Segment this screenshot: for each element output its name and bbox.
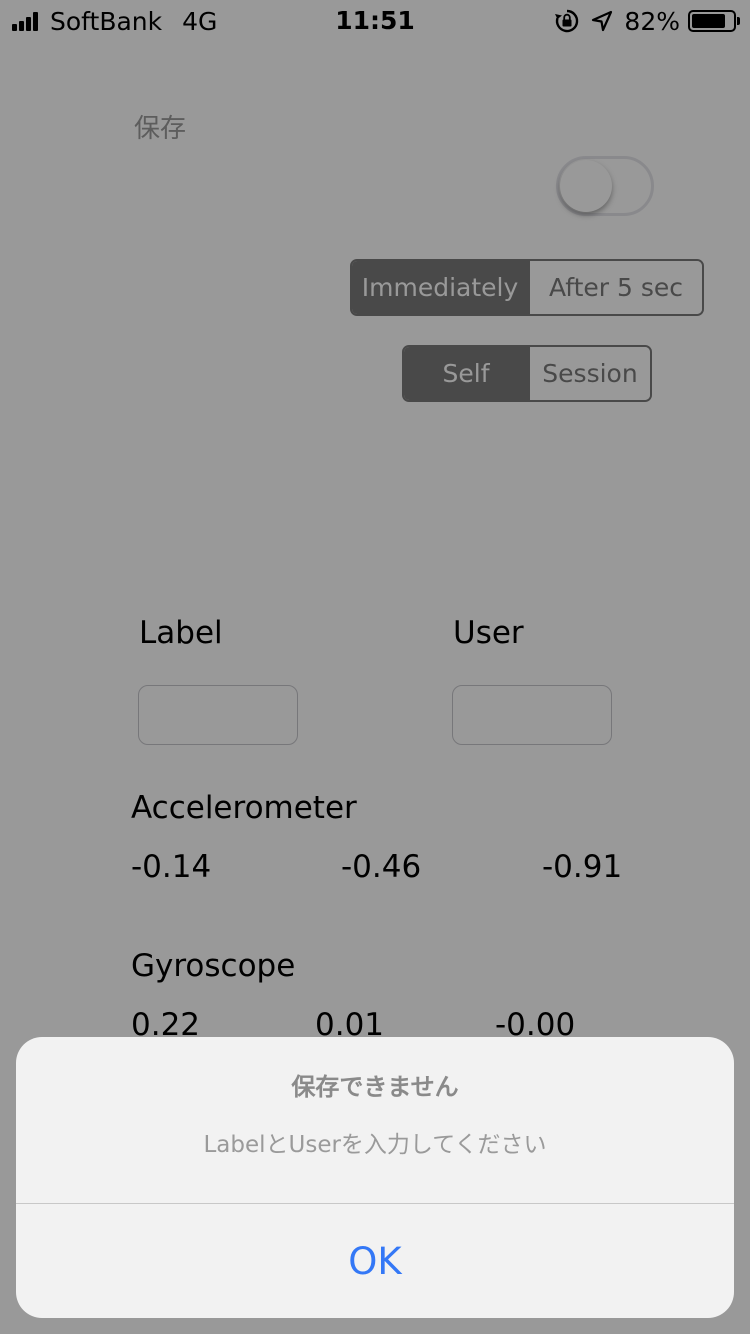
alert-dialog: 保存できません LabelとUserを入力してください OK xyxy=(16,1037,734,1318)
alert-title: 保存できません xyxy=(291,1073,459,1101)
alert-message: LabelとUserを入力してください xyxy=(203,1132,547,1158)
ok-button[interactable]: OK xyxy=(16,1204,734,1318)
